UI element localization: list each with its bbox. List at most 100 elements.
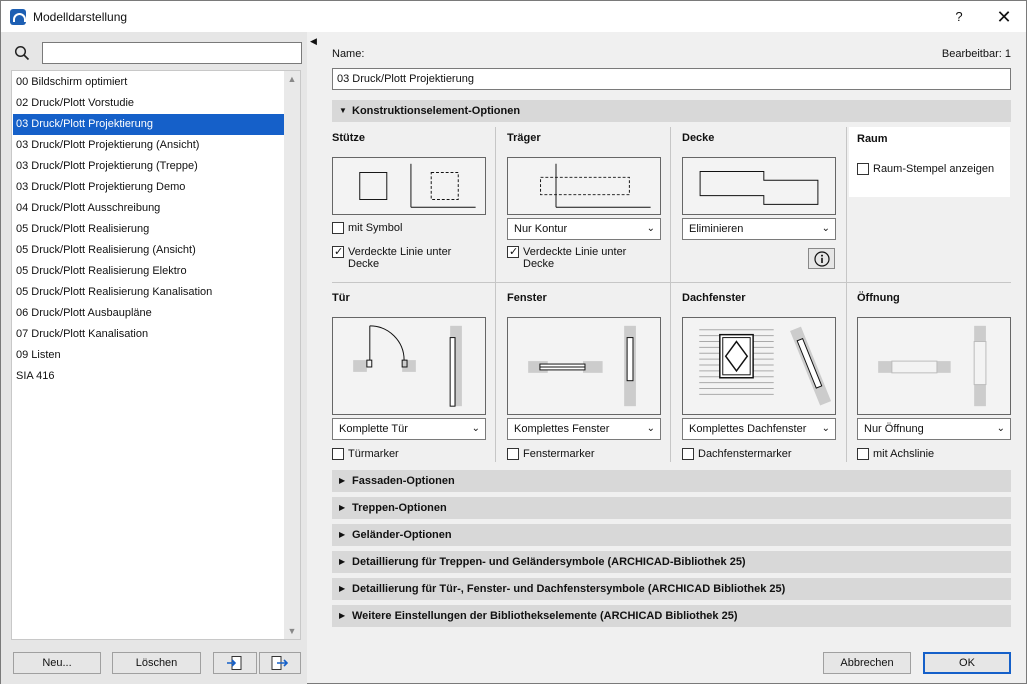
section-construction-options[interactable]: ▼ Konstruktionselement-Optionen: [332, 100, 1011, 122]
list-item[interactable]: 09 Listen: [13, 345, 285, 366]
chevron-down-icon: ⌄: [646, 423, 655, 434]
skylight-title: Dachfenster: [682, 292, 746, 304]
opening-preview: [857, 317, 1011, 415]
collapsed-triangle-icon: ▶: [339, 611, 346, 620]
section-stair-options[interactable]: ▶ Treppen-Optionen: [332, 497, 1011, 519]
chevron-down-icon: ⌄: [471, 423, 480, 434]
search-input[interactable]: [42, 42, 302, 64]
section-railing-options[interactable]: ▶ Geländer-Optionen: [332, 524, 1011, 546]
collapsed-triangle-icon: ▶: [339, 476, 346, 485]
delete-button[interactable]: Löschen: [112, 652, 201, 674]
beam-preview: [507, 157, 661, 215]
column-preview: [332, 157, 486, 215]
window-display-dropdown[interactable]: Komplettes Fenster ⌄: [507, 418, 661, 440]
skylight-display-dropdown[interactable]: Komplettes Dachfenster ⌄: [682, 418, 836, 440]
divider: [332, 282, 1011, 283]
slab-preview: [682, 157, 836, 215]
editable-label: Bearbeitbar: 1: [941, 48, 1011, 60]
collapsed-triangle-icon: ▶: [339, 557, 346, 566]
close-button[interactable]: ✕: [989, 6, 1019, 28]
opening-display-dropdown[interactable]: Nur Öffnung ⌄: [857, 418, 1011, 440]
slab-display-dropdown[interactable]: Eliminieren ⌄: [682, 218, 836, 240]
skylight-marker-checkbox[interactable]: Dachfenstermarker: [682, 448, 792, 461]
list-item[interactable]: 05 Druck/Plott Realisierung (Ansicht): [13, 240, 285, 261]
export-button[interactable]: [259, 652, 301, 674]
new-button[interactable]: Neu...: [13, 652, 101, 674]
divider: [670, 127, 671, 462]
list-item[interactable]: 02 Druck/Plott Vorstudie: [13, 93, 285, 114]
info-icon: [813, 251, 830, 267]
zone-title: Raum: [857, 133, 888, 145]
scroll-up-icon[interactable]: ▲: [284, 71, 300, 87]
checkbox-checked-icon: [332, 245, 344, 258]
list-scrollbar[interactable]: ▲ ▼: [284, 71, 300, 639]
list-item[interactable]: 05 Druck/Plott Realisierung: [13, 219, 285, 240]
section-stair-railing-symbols[interactable]: ▶ Detaillierung für Treppen- und Geländer…: [332, 551, 1011, 573]
checkbox-checked-icon: [507, 245, 519, 258]
column-hidden-line-checkbox[interactable]: Verdeckte Linie unter Decke: [332, 245, 473, 270]
scroll-down-icon[interactable]: ▼: [284, 623, 300, 639]
list-item[interactable]: 04 Druck/Plott Ausschreibung: [13, 198, 285, 219]
export-icon: [271, 656, 289, 670]
window-title: Modelldarstellung: [33, 10, 128, 24]
chevron-down-icon: ⌄: [821, 223, 830, 234]
checkbox-icon: [332, 448, 344, 460]
beam-display-dropdown[interactable]: Nur Kontur ⌄: [507, 218, 661, 240]
import-icon: [227, 656, 242, 670]
divider: [846, 127, 847, 462]
left-panel: 00 Bildschirm optimiert 02 Druck/Plott Vo…: [1, 32, 307, 684]
checkbox-icon: [857, 448, 869, 460]
beam-hidden-line-checkbox[interactable]: Verdeckte Linie unter Decke: [507, 245, 648, 270]
checkbox-icon: [507, 448, 519, 460]
list-item[interactable]: 07 Druck/Plott Kanalisation: [13, 324, 285, 345]
list-item[interactable]: 00 Bildschirm optimiert: [13, 72, 285, 93]
list-item[interactable]: 05 Druck/Plott Realisierung Elektro: [13, 261, 285, 282]
list-item[interactable]: SIA 416: [13, 366, 285, 387]
door-title: Tür: [332, 292, 350, 304]
title-bar: Modelldarstellung ? ✕: [1, 1, 1026, 32]
list-item[interactable]: 05 Druck/Plott Realisierung Kanalisation: [13, 282, 285, 303]
checkbox-icon: [332, 222, 344, 234]
zone-stamp-checkbox[interactable]: Raum-Stempel anzeigen: [857, 163, 994, 176]
cancel-button[interactable]: Abbrechen: [823, 652, 911, 674]
list-item[interactable]: 06 Druck/Plott Ausbaupläne: [13, 303, 285, 324]
info-button[interactable]: [808, 248, 835, 269]
section-door-window-symbols[interactable]: ▶ Detaillierung für Tür-, Fenster- und Da…: [332, 578, 1011, 600]
window-preview: [507, 317, 661, 415]
list-item[interactable]: 03 Druck/Plott Projektierung (Ansicht): [13, 135, 285, 156]
checkbox-icon: [857, 163, 869, 175]
checkbox-icon: [682, 448, 694, 460]
archicad-app-icon: [10, 9, 26, 25]
slab-title: Decke: [682, 132, 715, 144]
help-button[interactable]: ?: [945, 6, 973, 28]
opening-title: Öffnung: [857, 292, 900, 304]
divider: [495, 127, 496, 462]
window-marker-checkbox[interactable]: Fenstermarker: [507, 448, 595, 461]
section-library-settings[interactable]: ▶ Weitere Einstellungen der Bibliotheksel…: [332, 605, 1011, 627]
import-button[interactable]: [213, 652, 257, 674]
chevron-down-icon: ⌄: [996, 423, 1005, 434]
door-display-dropdown[interactable]: Komplette Tür ⌄: [332, 418, 486, 440]
dialog-window: Modelldarstellung ? ✕ 00 Bildschirm opti…: [0, 0, 1027, 684]
list-item[interactable]: 03 Druck/Plott Projektierung (Treppe): [13, 156, 285, 177]
door-marker-checkbox[interactable]: Türmarker: [332, 448, 399, 461]
view-list: 00 Bildschirm optimiert 02 Druck/Plott Vo…: [11, 70, 301, 640]
list-item[interactable]: 03 Druck/Plott Projektierung: [13, 114, 285, 135]
window-title-label: Fenster: [507, 292, 547, 304]
ok-button[interactable]: OK: [923, 652, 1011, 674]
name-field[interactable]: 03 Druck/Plott Projektierung: [332, 68, 1011, 90]
opening-axis-checkbox[interactable]: mit Achslinie: [857, 448, 934, 461]
collapse-panel-icon[interactable]: ◀: [310, 36, 317, 47]
skylight-preview: [682, 317, 836, 415]
column-symbol-checkbox[interactable]: mit Symbol: [332, 222, 402, 235]
collapsed-triangle-icon: ▶: [339, 530, 346, 539]
beam-title: Träger: [507, 132, 541, 144]
name-label: Name:: [332, 48, 365, 60]
search-icon: [14, 45, 30, 61]
expanded-triangle-icon: ▼: [339, 106, 347, 115]
zone-options: Raum Raum-Stempel anzeigen: [849, 127, 1010, 197]
chevron-down-icon: ⌄: [646, 223, 655, 234]
chevron-down-icon: ⌄: [821, 423, 830, 434]
section-facade-options[interactable]: ▶ Fassaden-Optionen: [332, 470, 1011, 492]
list-item[interactable]: 03 Druck/Plott Projektierung Demo: [13, 177, 285, 198]
